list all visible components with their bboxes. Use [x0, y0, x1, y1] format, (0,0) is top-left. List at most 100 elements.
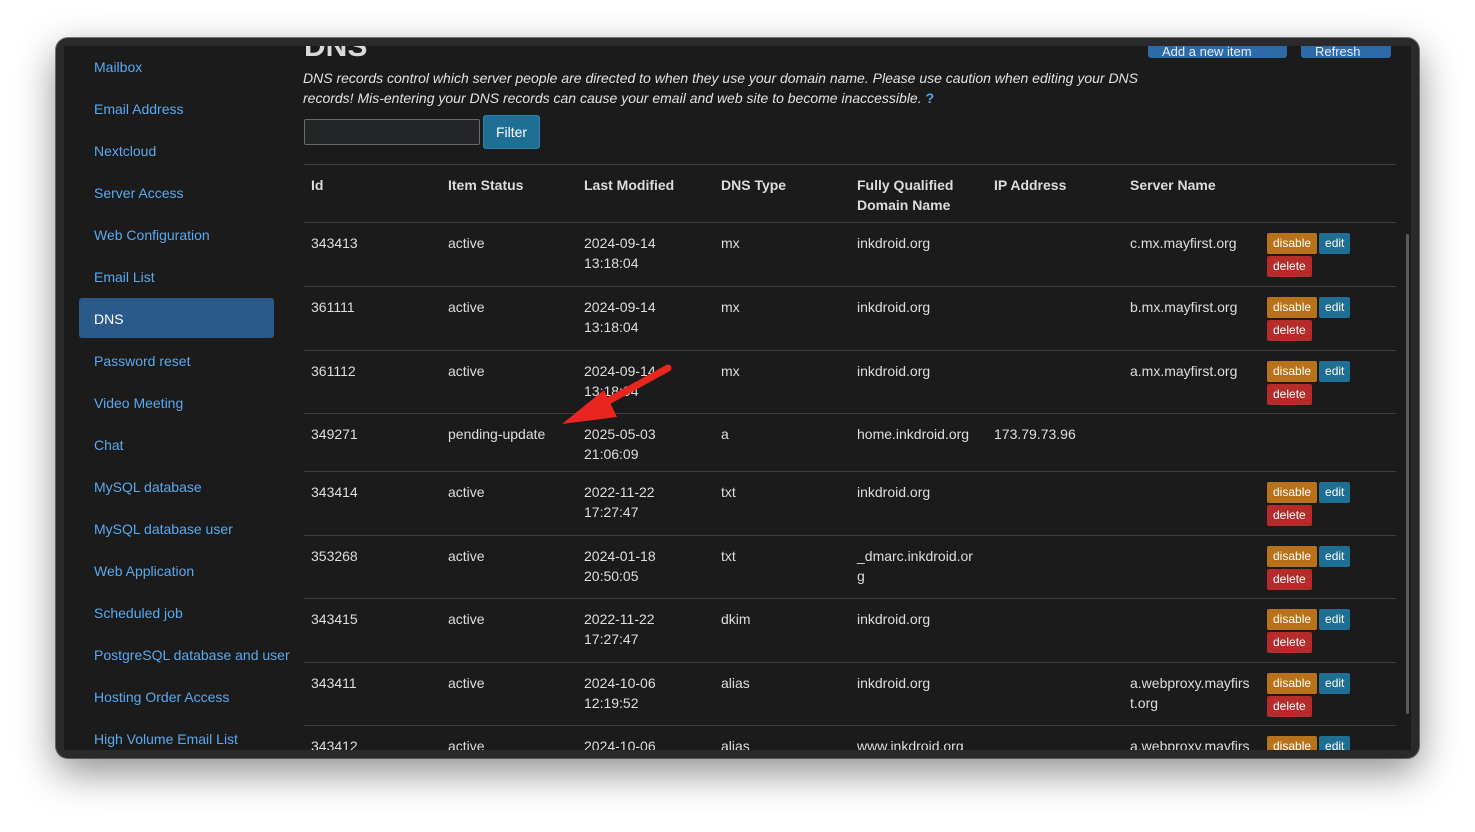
table-row: 349271 pending-update 2025-05-03 21:06:09 a h… — [304, 414, 1396, 472]
row-actions: disableedit delete — [1267, 297, 1357, 341]
cell-id: 343412 — [311, 738, 358, 750]
header-last-modified[interactable]: Last Modified — [584, 175, 674, 195]
sidebar-item[interactable]: Server Access — [94, 183, 183, 203]
cell-fqdn: _dmarc.inkdroid.org — [857, 548, 973, 584]
sidebar-item[interactable]: PostgreSQL database and user — [94, 645, 290, 665]
disable-button[interactable]: disable — [1267, 546, 1318, 567]
cell-ip-address: 173.79.73.96 — [994, 426, 1076, 442]
cell-status: active — [448, 484, 485, 500]
cell-fqdn: inkdroid.org — [857, 299, 931, 315]
edit-button[interactable]: edit — [1319, 736, 1351, 750]
add-new-item-button[interactable]: Add a new item — [1148, 46, 1287, 58]
edit-button[interactable]: edit — [1319, 673, 1351, 694]
sidebar-item[interactable]: Video Meeting — [94, 393, 183, 413]
edit-button[interactable]: edit — [1319, 297, 1351, 318]
row-actions: disableedit delete — [1267, 361, 1357, 405]
sidebar-item[interactable]: Scheduled job — [94, 603, 183, 623]
delete-button[interactable]: delete — [1267, 505, 1312, 526]
sidebar-item[interactable]: Mailbox — [94, 57, 142, 77]
header-id[interactable]: Id — [311, 175, 323, 195]
app-window: Mailbox Email Address Nextcloud Server Acce… — [56, 38, 1419, 758]
cell-last-modified: 2024-09-14 13:18:04 — [584, 361, 656, 401]
filter-button[interactable]: Filter — [483, 115, 540, 149]
cell-last-modified: 2024-09-14 13:18:04 — [584, 233, 656, 273]
cell-date: 2022-11-22 — [584, 611, 655, 627]
cell-time: 17:27:47 — [584, 631, 639, 647]
sidebar-item[interactable]: Nextcloud — [94, 141, 156, 161]
sidebar-item[interactable]: DNS — [94, 309, 124, 329]
cell-date: 2022-11-22 — [584, 484, 655, 500]
row-actions: disableedit delete — [1267, 233, 1357, 277]
cell-date: 2024-09-14 — [584, 299, 656, 315]
table-row: 343411 active 2024-10-06 12:19:52 alias inkdr… — [304, 663, 1396, 726]
cell-last-modified: 2024-10-06 12:19:52 — [584, 673, 656, 713]
cell-server-name: b.mx.mayfirst.org — [1130, 299, 1238, 315]
table-row: 361111 active 2024-09-14 13:18:04 mx inkdroid… — [304, 287, 1396, 351]
edit-button[interactable]: edit — [1319, 609, 1351, 630]
row-actions: disableedit delete — [1267, 482, 1357, 526]
sidebar-item[interactable]: High Volume Email List — [94, 729, 238, 749]
edit-button[interactable]: edit — [1319, 361, 1351, 382]
cell-status: active — [448, 548, 485, 564]
cell-status: active — [448, 363, 485, 379]
sidebar-item[interactable]: Web Configuration — [94, 225, 210, 245]
sidebar-item[interactable]: Chat — [94, 435, 124, 455]
cell-fqdn: inkdroid.org — [857, 484, 931, 500]
cell-status: active — [448, 675, 485, 691]
cell-dns-type: txt — [721, 484, 736, 500]
disable-button[interactable]: disable — [1267, 297, 1318, 318]
cell-id: 343415 — [311, 611, 358, 627]
delete-button[interactable]: delete — [1267, 696, 1312, 717]
cell-last-modified: 2022-11-22 17:27:47 — [584, 482, 655, 522]
cell-last-modified: 2025-05-03 21:06:09 — [584, 424, 656, 464]
disable-button[interactable]: disable — [1267, 482, 1318, 503]
disable-button[interactable]: disable — [1267, 736, 1318, 750]
header-fqdn[interactable]: Fully Qualified Domain Name — [857, 175, 967, 215]
cell-id: 361111 — [311, 299, 355, 315]
disable-button[interactable]: disable — [1267, 609, 1318, 630]
cell-fqdn: inkdroid.org — [857, 611, 931, 627]
cell-status: pending-update — [448, 426, 546, 442]
table-row: 343412 active 2024-10-06 alias www.inkdroid.… — [304, 726, 1396, 750]
edit-button[interactable]: edit — [1319, 546, 1351, 567]
delete-button[interactable]: delete — [1267, 569, 1312, 590]
refresh-button[interactable]: Refresh — [1301, 46, 1391, 58]
delete-button[interactable]: delete — [1267, 256, 1312, 277]
sidebar-item[interactable]: MySQL database user — [94, 519, 233, 539]
delete-button[interactable]: delete — [1267, 384, 1312, 405]
cell-dns-type: a — [721, 426, 729, 442]
cell-id: 343413 — [311, 235, 358, 251]
dns-records-table: Id Item Status Last Modified DNS Type Fu… — [304, 164, 1396, 750]
vertical-scrollbar[interactable] — [1406, 234, 1409, 714]
cell-time: 17:27:47 — [584, 504, 639, 520]
header-item-status[interactable]: Item Status — [448, 175, 523, 195]
edit-button[interactable]: edit — [1319, 233, 1351, 254]
help-link[interactable]: ? — [926, 90, 935, 106]
cell-dns-type: mx — [721, 235, 740, 251]
delete-button[interactable]: delete — [1267, 632, 1312, 653]
cell-status: active — [448, 235, 485, 251]
sidebar-item[interactable]: Hosting Order Access — [94, 687, 229, 707]
header-dns-type[interactable]: DNS Type — [721, 175, 786, 195]
header-server-name[interactable]: Server Name — [1130, 175, 1216, 195]
cell-server-name: a.webproxy.mayfirst.org — [1130, 675, 1250, 711]
disable-button[interactable]: disable — [1267, 233, 1318, 254]
table-body: 343413 active 2024-09-14 13:18:04 mx inkdroid… — [304, 223, 1396, 750]
sidebar-item[interactable]: MySQL database — [94, 477, 202, 497]
delete-button[interactable]: delete — [1267, 320, 1312, 341]
sidebar-item[interactable]: Web Application — [94, 561, 194, 581]
edit-button[interactable]: edit — [1319, 482, 1351, 503]
row-actions: disableedit delete — [1267, 546, 1357, 590]
sidebar-item[interactable]: Password reset — [94, 351, 190, 371]
page-title: DNS — [304, 46, 368, 63]
header-ip-address[interactable]: IP Address — [994, 175, 1066, 195]
disable-button[interactable]: disable — [1267, 673, 1318, 694]
page-description: DNS records control which server people … — [303, 68, 1163, 108]
filter-input[interactable] — [304, 119, 480, 145]
browser-viewport: Mailbox Email Address Nextcloud Server Acce… — [64, 46, 1411, 750]
sidebar-item[interactable]: Email List — [94, 267, 155, 287]
disable-button[interactable]: disable — [1267, 361, 1318, 382]
sidebar-item[interactable]: Email Address — [94, 99, 183, 119]
cell-time: 13:18:04 — [584, 255, 639, 271]
cell-date: 2025-05-03 — [584, 426, 656, 442]
